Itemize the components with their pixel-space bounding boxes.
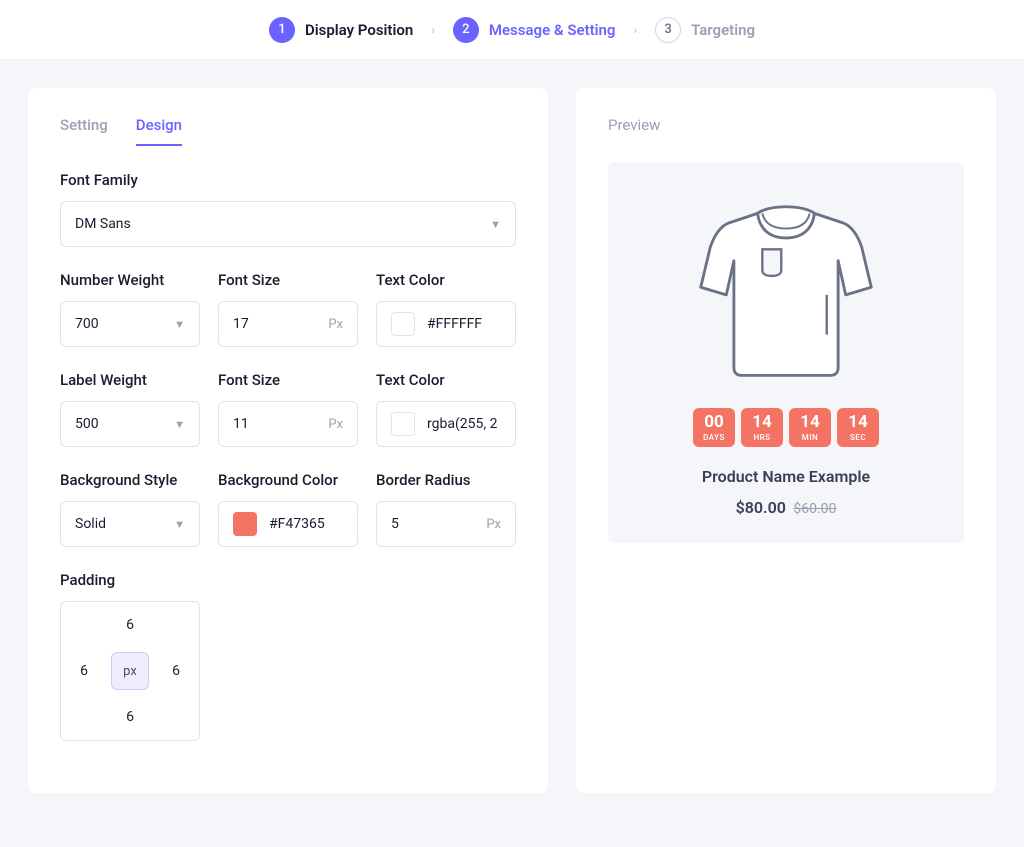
padding-label: Padding bbox=[60, 571, 516, 589]
label-text-color-input[interactable]: rgba(255, 2 bbox=[376, 401, 516, 447]
padding-left-input[interactable]: 6 bbox=[80, 663, 88, 679]
number-weight-value: 700 bbox=[75, 316, 174, 332]
number-text-color-input[interactable]: #FFFFFF bbox=[376, 301, 516, 347]
chevron-down-icon: ▼ bbox=[174, 418, 185, 431]
tab-design[interactable]: Design bbox=[136, 116, 182, 146]
label-font-size-input[interactable]: 11 Px bbox=[218, 401, 358, 447]
padding-top-input[interactable]: 6 bbox=[126, 617, 134, 633]
countdown-label: HRS bbox=[741, 433, 783, 442]
number-font-size-value: 17 bbox=[233, 316, 328, 332]
label-font-size-value: 11 bbox=[233, 416, 328, 432]
countdown-value: 14 bbox=[837, 414, 879, 431]
design-panel: Setting Design Font Family DM Sans ▼ Num… bbox=[28, 88, 548, 793]
bg-style-value: Solid bbox=[75, 516, 174, 532]
bg-color-label: Background Color bbox=[218, 471, 358, 489]
countdown: 00 DAYS 14 HRS 14 MIN 14 SEC bbox=[624, 408, 948, 447]
countdown-days: 00 DAYS bbox=[693, 408, 735, 447]
padding-control[interactable]: 6 6 px 6 6 bbox=[60, 601, 200, 741]
label-text-color-label: Text Color bbox=[376, 371, 516, 389]
current-price: $80.00 bbox=[736, 498, 786, 517]
label-weight-label: Label Weight bbox=[60, 371, 200, 389]
stepper: 1 Display Position › 2 Message & Setting… bbox=[0, 0, 1024, 60]
unit-label: Px bbox=[328, 417, 343, 432]
label-font-size-label: Font Size bbox=[218, 371, 358, 389]
countdown-value: 14 bbox=[741, 414, 783, 431]
label-weight-select[interactable]: 500 ▼ bbox=[60, 401, 200, 447]
padding-bottom-input[interactable]: 6 bbox=[126, 709, 134, 725]
tshirt-icon bbox=[691, 202, 881, 382]
countdown-hours: 14 HRS bbox=[741, 408, 783, 447]
color-swatch-icon bbox=[391, 312, 415, 336]
label-weight-value: 500 bbox=[75, 416, 174, 432]
padding-right-input[interactable]: 6 bbox=[172, 663, 180, 679]
preview-panel: Preview 00 DAYS 14 HRS bbox=[576, 88, 996, 793]
number-text-color-label: Text Color bbox=[376, 271, 516, 289]
number-font-size-input[interactable]: 17 Px bbox=[218, 301, 358, 347]
chevron-down-icon: ▼ bbox=[174, 318, 185, 331]
font-family-label: Font Family bbox=[60, 171, 516, 189]
step-label: Display Position bbox=[305, 21, 413, 39]
padding-unit-toggle[interactable]: px bbox=[111, 652, 149, 690]
step-number: 1 bbox=[269, 17, 295, 43]
step-label: Targeting bbox=[691, 21, 755, 39]
step-message-setting[interactable]: 2 Message & Setting bbox=[453, 17, 616, 43]
price-row: $80.00 $60.00 bbox=[624, 498, 948, 517]
number-weight-label: Number Weight bbox=[60, 271, 200, 289]
color-swatch-icon bbox=[233, 512, 257, 536]
chevron-right-icon: › bbox=[431, 23, 435, 37]
chevron-down-icon: ▼ bbox=[490, 218, 501, 231]
number-weight-select[interactable]: 700 ▼ bbox=[60, 301, 200, 347]
bg-color-input[interactable]: #F47365 bbox=[218, 501, 358, 547]
color-swatch-icon bbox=[391, 412, 415, 436]
chevron-down-icon: ▼ bbox=[174, 518, 185, 531]
countdown-label: DAYS bbox=[693, 433, 735, 442]
border-radius-input[interactable]: 5 Px bbox=[376, 501, 516, 547]
bg-style-select[interactable]: Solid ▼ bbox=[60, 501, 200, 547]
number-text-color-value: #FFFFFF bbox=[427, 316, 501, 332]
border-radius-label: Border Radius bbox=[376, 471, 516, 489]
preview-title: Preview bbox=[608, 116, 964, 134]
countdown-minutes: 14 MIN bbox=[789, 408, 831, 447]
countdown-label: SEC bbox=[837, 433, 879, 442]
font-family-value: DM Sans bbox=[75, 216, 490, 232]
label-text-color-value: rgba(255, 2 bbox=[427, 416, 501, 432]
step-display-position[interactable]: 1 Display Position bbox=[269, 17, 413, 43]
countdown-value: 00 bbox=[693, 414, 735, 431]
countdown-value: 14 bbox=[789, 414, 831, 431]
step-number: 3 bbox=[655, 17, 681, 43]
countdown-seconds: 14 SEC bbox=[837, 408, 879, 447]
countdown-label: MIN bbox=[789, 433, 831, 442]
unit-label: Px bbox=[328, 317, 343, 332]
font-family-select[interactable]: DM Sans ▼ bbox=[60, 201, 516, 247]
number-font-size-label: Font Size bbox=[218, 271, 358, 289]
border-radius-value: 5 bbox=[391, 516, 486, 532]
step-label: Message & Setting bbox=[489, 21, 616, 39]
step-number: 2 bbox=[453, 17, 479, 43]
chevron-right-icon: › bbox=[633, 23, 637, 37]
tabs: Setting Design bbox=[60, 116, 516, 147]
unit-label: Px bbox=[486, 517, 501, 532]
tab-setting[interactable]: Setting bbox=[60, 116, 108, 146]
product-name: Product Name Example bbox=[624, 467, 948, 486]
bg-color-value: #F47365 bbox=[269, 516, 343, 532]
old-price: $60.00 bbox=[793, 501, 836, 517]
bg-style-label: Background Style bbox=[60, 471, 200, 489]
preview-box: 00 DAYS 14 HRS 14 MIN 14 SEC Product Nam… bbox=[608, 162, 964, 543]
step-targeting[interactable]: 3 Targeting bbox=[655, 17, 755, 43]
